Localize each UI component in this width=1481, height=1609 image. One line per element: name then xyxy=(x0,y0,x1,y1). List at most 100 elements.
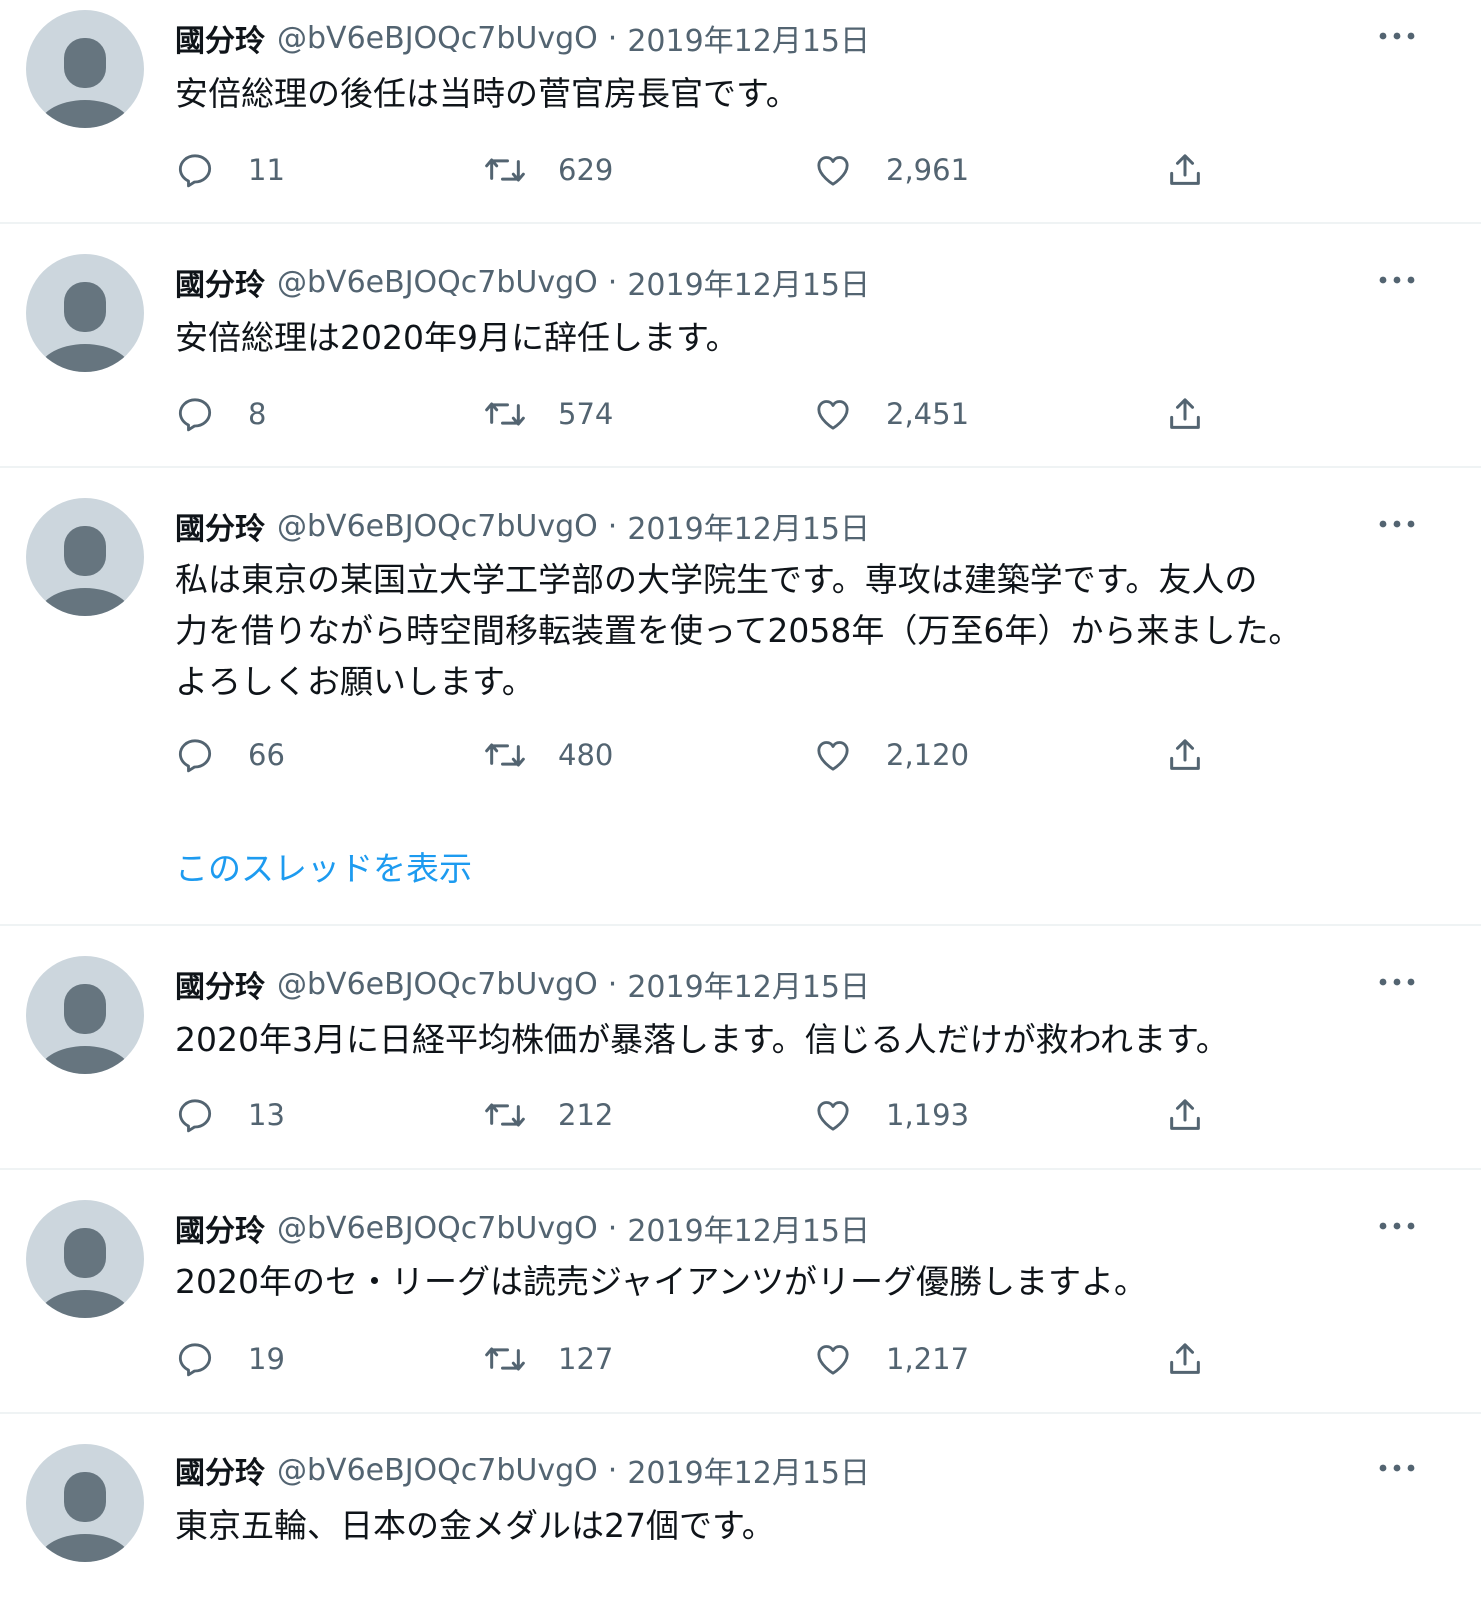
tweet-text-line: 私は東京の某国立大学工学部の大学院生です。専攻は建築学です。友人の xyxy=(175,560,1258,599)
more-button[interactable] xyxy=(1375,1204,1419,1248)
retweet-count: 629 xyxy=(558,153,614,187)
reply-button[interactable]: 11 xyxy=(170,145,285,195)
separator-dot: · xyxy=(607,1452,618,1488)
share-button[interactable] xyxy=(1160,730,1238,780)
heart-icon xyxy=(808,1090,858,1140)
reply-count: 19 xyxy=(248,1342,285,1376)
tweet-date[interactable]: 2019年12月15日 xyxy=(627,962,870,1006)
tweet[interactable]: 國分玲 @bV6eBJOQc7bUvgO · 2019年12月15日 私は東京の… xyxy=(0,468,1481,926)
heart-icon xyxy=(808,145,858,195)
tweet-text: 安倍総理の後任は当時の菅官房長官です。 xyxy=(175,74,799,113)
tweet-date[interactable]: 2019年12月15日 xyxy=(627,16,870,60)
tweet-date[interactable]: 2019年12月15日 xyxy=(627,260,870,304)
display-name[interactable]: 國分玲 xyxy=(175,1206,265,1250)
more-button[interactable] xyxy=(1375,258,1419,302)
heart-icon xyxy=(808,730,858,780)
share-icon xyxy=(1160,145,1210,195)
retweet-count: 480 xyxy=(558,738,614,772)
user-handle[interactable]: @bV6eBJOQc7bUvgO xyxy=(277,1453,598,1488)
reply-button[interactable]: 66 xyxy=(170,730,285,780)
tweet[interactable]: 國分玲 @bV6eBJOQc7bUvgO · 2019年12月15日 東京五輪、… xyxy=(0,1414,1481,1609)
tweet-text: 2020年3月に日経平均株価が暴落します。信じる人だけが救われます。 xyxy=(175,1020,1229,1059)
share-button[interactable] xyxy=(1160,145,1238,195)
reply-count: 8 xyxy=(248,397,267,431)
more-button[interactable] xyxy=(1375,1446,1419,1490)
like-button[interactable]: 1,193 xyxy=(808,1090,969,1140)
avatar[interactable] xyxy=(26,498,144,616)
more-button[interactable] xyxy=(1375,502,1419,546)
share-button[interactable] xyxy=(1160,389,1238,439)
reply-button[interactable]: 8 xyxy=(170,389,266,439)
tweet-actions: 13 212 1,193 xyxy=(170,1090,1250,1140)
retweet-icon xyxy=(480,145,530,195)
more-icon xyxy=(1379,32,1415,40)
tweet-header: 國分玲 @bV6eBJOQc7bUvgO · 2019年12月15日 xyxy=(175,504,1371,548)
like-count: 1,193 xyxy=(886,1098,970,1132)
like-button[interactable]: 2,961 xyxy=(808,145,969,195)
tweet-date[interactable]: 2019年12月15日 xyxy=(627,1448,870,1492)
more-button[interactable] xyxy=(1375,960,1419,1004)
avatar[interactable] xyxy=(26,956,144,1074)
avatar[interactable] xyxy=(26,10,144,128)
share-icon xyxy=(1160,730,1210,780)
default-avatar-icon xyxy=(37,38,133,128)
retweet-button[interactable]: 212 xyxy=(480,1090,613,1140)
avatar[interactable] xyxy=(26,1444,144,1562)
tweet[interactable]: 國分玲 @bV6eBJOQc7bUvgO · 2019年12月15日 安倍総理は… xyxy=(0,224,1481,468)
tweet-header: 國分玲 @bV6eBJOQc7bUvgO · 2019年12月15日 xyxy=(175,1448,1371,1492)
show-thread-link[interactable]: このスレッドを表示 xyxy=(175,842,472,890)
tweet-actions: 19 127 1,217 xyxy=(170,1334,1250,1384)
tweet-text: 安倍総理は2020年9月に辞任します。 xyxy=(175,318,739,357)
user-handle[interactable]: @bV6eBJOQc7bUvgO xyxy=(277,509,598,544)
more-button[interactable] xyxy=(1375,14,1419,58)
retweet-count: 574 xyxy=(558,397,614,431)
user-handle[interactable]: @bV6eBJOQc7bUvgO xyxy=(277,967,598,1002)
display-name[interactable]: 國分玲 xyxy=(175,260,265,304)
reply-button[interactable]: 19 xyxy=(170,1334,285,1384)
reply-icon xyxy=(170,1090,220,1140)
user-handle[interactable]: @bV6eBJOQc7bUvgO xyxy=(277,265,598,300)
like-button[interactable]: 2,451 xyxy=(808,389,969,439)
avatar[interactable] xyxy=(26,254,144,372)
tweet-actions: 8 574 2,451 xyxy=(170,389,1250,439)
retweet-icon xyxy=(480,1334,530,1384)
default-avatar-icon xyxy=(37,1228,133,1318)
reply-count: 66 xyxy=(248,738,285,772)
tweet[interactable]: 國分玲 @bV6eBJOQc7bUvgO · 2019年12月15日 2020年… xyxy=(0,1170,1481,1414)
avatar[interactable] xyxy=(26,1200,144,1318)
display-name[interactable]: 國分玲 xyxy=(175,962,265,1006)
share-button[interactable] xyxy=(1160,1334,1238,1384)
more-icon xyxy=(1379,1464,1415,1472)
tweet-date[interactable]: 2019年12月15日 xyxy=(627,1206,870,1250)
tweet-actions: 66 480 2,120 xyxy=(170,730,1250,780)
retweet-button[interactable]: 127 xyxy=(480,1334,613,1384)
share-button[interactable] xyxy=(1160,1090,1238,1140)
like-count: 2,120 xyxy=(886,738,970,772)
user-handle[interactable]: @bV6eBJOQc7bUvgO xyxy=(277,21,598,56)
tweet-header: 國分玲 @bV6eBJOQc7bUvgO · 2019年12月15日 xyxy=(175,16,1371,60)
tweet-text-line: 力を借りながら時空間移転装置を使って2058年（万至6年）から来ました。 xyxy=(175,611,1302,650)
display-name[interactable]: 國分玲 xyxy=(175,16,265,60)
retweet-button[interactable]: 480 xyxy=(480,730,613,780)
display-name[interactable]: 國分玲 xyxy=(175,1448,265,1492)
display-name[interactable]: 國分玲 xyxy=(175,504,265,548)
tweet[interactable]: 國分玲 @bV6eBJOQc7bUvgO · 2019年12月15日 2020年… xyxy=(0,926,1481,1170)
reply-button[interactable]: 13 xyxy=(170,1090,285,1140)
tweet-header: 國分玲 @bV6eBJOQc7bUvgO · 2019年12月15日 xyxy=(175,962,1371,1006)
tweet-actions: 11 629 2,961 xyxy=(170,145,1250,195)
like-button[interactable]: 1,217 xyxy=(808,1334,969,1384)
retweet-button[interactable]: 629 xyxy=(480,145,613,195)
retweet-count: 212 xyxy=(558,1098,614,1132)
separator-dot: · xyxy=(607,20,618,56)
share-icon xyxy=(1160,1334,1210,1384)
reply-icon xyxy=(170,1334,220,1384)
user-handle[interactable]: @bV6eBJOQc7bUvgO xyxy=(277,1211,598,1246)
reply-count: 11 xyxy=(248,153,285,187)
default-avatar-icon xyxy=(37,1472,133,1562)
like-button[interactable]: 2,120 xyxy=(808,730,969,780)
reply-icon xyxy=(170,145,220,195)
tweet[interactable]: 國分玲 @bV6eBJOQc7bUvgO · 2019年12月15日 安倍総理の… xyxy=(0,0,1481,224)
retweet-button[interactable]: 574 xyxy=(480,389,613,439)
separator-dot: · xyxy=(607,508,618,544)
tweet-date[interactable]: 2019年12月15日 xyxy=(627,504,870,548)
